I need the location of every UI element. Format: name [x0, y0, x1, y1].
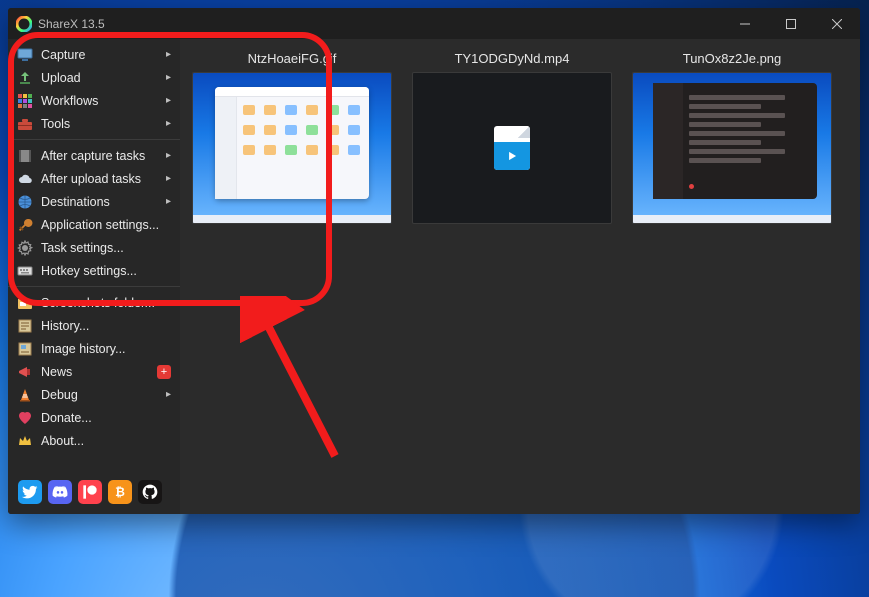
menu-item-label: News: [41, 365, 72, 379]
folder-icon: [17, 295, 33, 311]
separator: [8, 139, 180, 140]
gear-icon: [17, 240, 33, 256]
menu-item-hotkey-settings[interactable]: Hotkey settings...: [8, 259, 180, 282]
menu-item-label: After upload tasks: [41, 172, 141, 186]
chevron-right-icon: ▸: [166, 173, 171, 184]
menu-item-label: Task settings...: [41, 241, 124, 255]
sharex-window: ShareX 13.5 Capture▸Upload▸Workflows▸Too…: [8, 8, 860, 514]
chevron-right-icon: ▸: [166, 95, 171, 106]
wrench-icon: [17, 217, 33, 233]
grid-color-icon: [17, 93, 33, 109]
chevron-right-icon: ▸: [166, 72, 171, 83]
upload-icon: [17, 70, 33, 86]
discord-link[interactable]: [48, 480, 72, 504]
menu-item-donate[interactable]: Donate...: [8, 406, 180, 429]
menu-item-debug[interactable]: Debug ▸: [8, 383, 180, 406]
github-link[interactable]: [138, 480, 162, 504]
chevron-right-icon: ▸: [166, 150, 171, 161]
svg-text:₿: ₿: [115, 485, 125, 499]
menu-item-label: Debug: [41, 388, 78, 402]
thumbnail-image[interactable]: [412, 72, 612, 224]
megaphone-icon: [17, 364, 33, 380]
heart-icon: [17, 410, 33, 426]
menu-item-about[interactable]: About...: [8, 429, 180, 452]
menu-item-tools[interactable]: Tools ▸: [8, 112, 180, 135]
thumbnail-filename: TY1ODGDyNd.mp4: [412, 51, 612, 66]
twitter-link[interactable]: [18, 480, 42, 504]
menu-item-application-settings[interactable]: Application settings...: [8, 213, 180, 236]
film-icon: [17, 148, 33, 164]
badge: +: [157, 365, 171, 379]
sidebar: Capture ▸ Upload ▸ Workflows ▸ Tools ▸ After ca…: [8, 39, 180, 514]
thumbnail-item[interactable]: TunOx8z2Je.png: [632, 51, 832, 224]
menu-item-after-capture-tasks[interactable]: After capture tasks ▸: [8, 144, 180, 167]
menu-item-task-settings[interactable]: Task settings...: [8, 236, 180, 259]
menu-item-label: Upload: [41, 71, 81, 85]
menu-item-news[interactable]: News +: [8, 360, 180, 383]
menu-item-label: After capture tasks: [41, 149, 145, 163]
menu-item-destinations[interactable]: Destinations ▸: [8, 190, 180, 213]
history-icon: [17, 318, 33, 334]
chevron-right-icon: ▸: [166, 196, 171, 207]
thumbnail-panel[interactable]: NtzHoaeiFG.gif TY1ODGDyNd.mp4: [180, 39, 860, 514]
menu-item-workflows[interactable]: Workflows ▸: [8, 89, 180, 112]
bitcoin-link[interactable]: ₿: [108, 480, 132, 504]
menu-item-upload[interactable]: Upload ▸: [8, 66, 180, 89]
separator: [8, 286, 180, 287]
image-history-icon: [17, 341, 33, 357]
chevron-right-icon: ▸: [166, 118, 171, 129]
menu-item-label: Screenshots folder...: [41, 296, 155, 310]
thumbnail-filename: TunOx8z2Je.png: [632, 51, 832, 66]
menu-item-label: Image history...: [41, 342, 126, 356]
monitor-icon: [17, 47, 33, 63]
video-file-icon: [494, 126, 530, 170]
cone-icon: [17, 387, 33, 403]
menu-item-history[interactable]: History...: [8, 314, 180, 337]
social-links: ₿: [8, 472, 180, 514]
close-button[interactable]: [814, 8, 860, 39]
globe-icon: [17, 194, 33, 210]
keyboard-icon: [17, 263, 33, 279]
thumbnail-item[interactable]: TY1ODGDyNd.mp4: [412, 51, 612, 224]
menu-item-label: Destinations: [41, 195, 110, 209]
chevron-right-icon: ▸: [166, 389, 171, 400]
menu-item-image-history[interactable]: Image history...: [8, 337, 180, 360]
menu-item-label: About...: [41, 434, 84, 448]
cloud-icon: [17, 171, 33, 187]
toolbox-icon: [17, 116, 33, 132]
titlebar[interactable]: ShareX 13.5: [8, 8, 860, 39]
minimize-button[interactable]: [722, 8, 768, 39]
menu-item-label: Application settings...: [41, 218, 159, 232]
menu-item-label: Donate...: [41, 411, 92, 425]
menu-item-label: Hotkey settings...: [41, 264, 137, 278]
menu-item-label: History...: [41, 319, 89, 333]
menu-item-label: Tools: [41, 117, 70, 131]
window-title: ShareX 13.5: [38, 17, 105, 31]
app-icon: [16, 16, 32, 32]
menu-item-screenshots-folder[interactable]: Screenshots folder...: [8, 291, 180, 314]
menu-item-capture[interactable]: Capture ▸: [8, 43, 180, 66]
crown-icon: [17, 433, 33, 449]
patreon-link[interactable]: [78, 480, 102, 504]
thumbnail-image[interactable]: [632, 72, 832, 224]
menu-item-label: Workflows: [41, 94, 98, 108]
chevron-right-icon: ▸: [166, 49, 171, 60]
maximize-button[interactable]: [768, 8, 814, 39]
thumbnail-item[interactable]: NtzHoaeiFG.gif: [192, 51, 392, 224]
thumbnail-image[interactable]: [192, 72, 392, 224]
menu-item-label: Capture: [41, 48, 85, 62]
thumbnail-filename: NtzHoaeiFG.gif: [192, 51, 392, 66]
menu-item-after-upload-tasks[interactable]: After upload tasks ▸: [8, 167, 180, 190]
